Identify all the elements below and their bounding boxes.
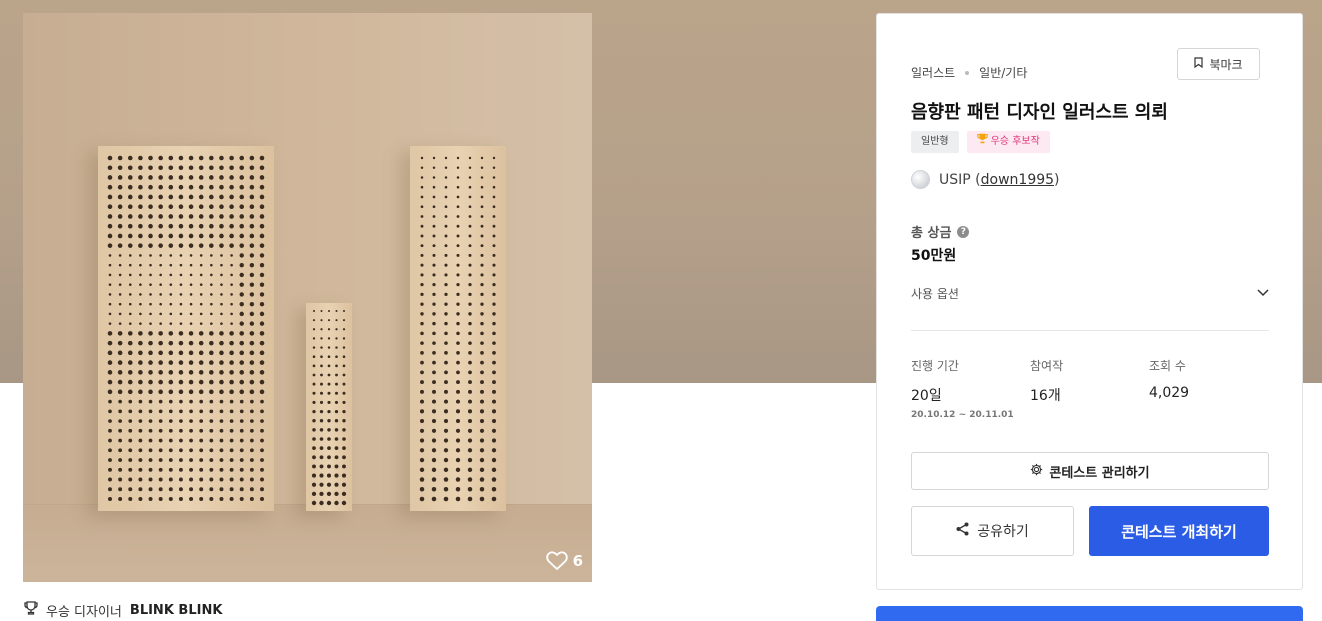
stat-views-value: 4,029 xyxy=(1149,385,1190,401)
breadcrumb: 일러스트 일반/기타 xyxy=(911,64,1027,81)
acoustic-panel-left xyxy=(98,146,274,511)
trophy-icon xyxy=(24,601,38,619)
manage-contest-button[interactable]: 콘테스트 관리하기 xyxy=(911,452,1269,490)
bookmark-icon xyxy=(1194,57,1204,71)
gear-icon xyxy=(1030,463,1043,480)
help-icon[interactable]: ? xyxy=(957,225,970,238)
stat-period-value: 20일 xyxy=(911,388,942,404)
acoustic-panel-right xyxy=(410,146,506,511)
tag-candidate-label: 우승 후보작 xyxy=(990,136,1040,147)
contest-host[interactable]: USIP (down1995) xyxy=(911,170,1060,189)
prize-label: 총 상금 xyxy=(911,226,952,241)
host-handle[interactable]: down1995 xyxy=(981,172,1054,188)
stat-entries-value: 16개 xyxy=(1030,388,1061,404)
share-label: 공유하기 xyxy=(977,524,1029,540)
prize-label-row: 총 상금 ? xyxy=(911,222,970,241)
host-name: USIP xyxy=(939,171,971,188)
tag-list: 일반형 우승 후보작 xyxy=(911,131,1050,153)
acoustic-panel-middle xyxy=(306,303,352,511)
contest-image[interactable]: 6 xyxy=(23,13,592,582)
contest-title: 음향판 패턴 디자인 일러스트 의뢰 xyxy=(911,102,1168,123)
usage-options-toggle[interactable]: 사용 옵션 xyxy=(911,283,1269,303)
manage-contest-label: 콘테스트 관리하기 xyxy=(1049,465,1150,481)
period-start: 20.10.12 xyxy=(911,410,956,420)
period-end: 20.11.01 xyxy=(969,410,1014,420)
host-contest-button[interactable]: 콘테스트 개최하기 xyxy=(1089,506,1269,556)
stat-entries-label: 참여작 xyxy=(1030,359,1064,373)
heart-icon xyxy=(545,551,568,570)
share-icon xyxy=(956,522,969,540)
avatar xyxy=(911,170,930,189)
breadcrumb-category[interactable]: 일러스트 xyxy=(911,64,955,81)
stat-period-label: 진행 기간 xyxy=(911,359,959,373)
range-separator: ~ xyxy=(958,410,970,420)
bookmark-button[interactable]: 북마크 xyxy=(1177,48,1260,80)
stat-views-label: 조회 수 xyxy=(1149,359,1186,373)
contest-info-panel: 일러스트 일반/기타 북마크 음향판 패턴 디자인 일러스트 의뢰 일반형 우승… xyxy=(876,13,1303,590)
divider xyxy=(911,330,1269,331)
winner-label: 우승 디자이너 xyxy=(46,604,122,620)
bottom-action-bar[interactable] xyxy=(876,606,1303,621)
stat-entries: 참여작 16개 xyxy=(1030,357,1063,405)
winner-line: 우승 디자이너 BLINK BLINK xyxy=(24,600,222,620)
stat-period-range: 20.10.12 ~ 20.11.01 xyxy=(911,410,1014,420)
tag-candidate: 우승 후보작 xyxy=(966,131,1050,153)
stat-period: 진행 기간 20일 20.10.12 ~ 20.11.01 xyxy=(911,357,1014,420)
tag-general: 일반형 xyxy=(911,131,959,153)
breadcrumb-subcategory[interactable]: 일반/기타 xyxy=(979,64,1027,81)
image-floor xyxy=(23,504,592,582)
bookmark-label: 북마크 xyxy=(1209,57,1243,72)
trophy-icon xyxy=(976,131,988,153)
winner-name[interactable]: BLINK BLINK xyxy=(130,603,223,618)
breadcrumb-separator xyxy=(965,70,970,75)
stat-views: 조회 수 4,029 xyxy=(1149,357,1189,401)
like-button[interactable]: 6 xyxy=(545,551,583,570)
like-count: 6 xyxy=(572,551,583,570)
prize-value: 50만원 xyxy=(911,248,957,264)
share-button[interactable]: 공유하기 xyxy=(911,506,1074,556)
chevron-down-icon xyxy=(1257,286,1269,300)
usage-options-label: 사용 옵션 xyxy=(911,286,959,301)
